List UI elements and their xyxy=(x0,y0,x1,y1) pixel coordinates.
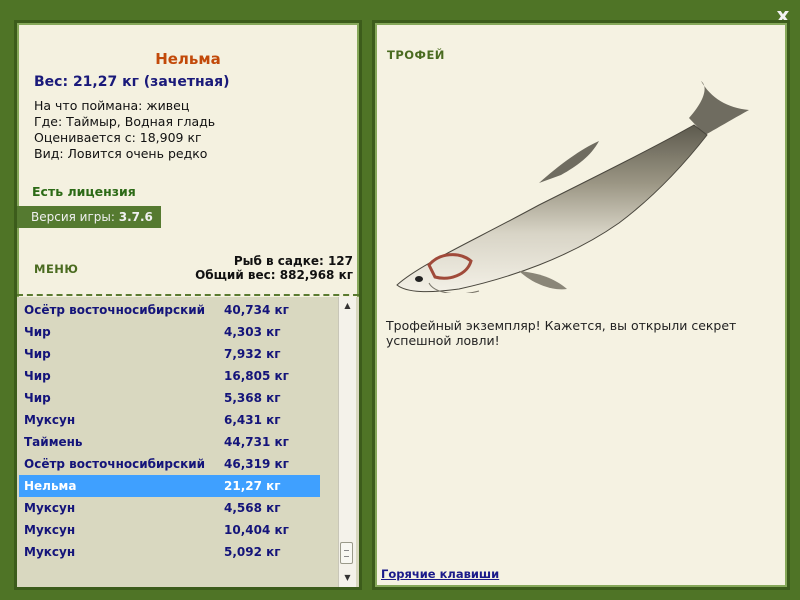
divider xyxy=(17,294,359,296)
fish-name: Нельма xyxy=(155,50,221,68)
left-panel: Нельма Вес: 21,27 кг (зачетная) На что п… xyxy=(14,20,362,590)
list-item-weight: 10,404 кг xyxy=(224,523,289,537)
fish-location: Где: Таймыр, Водная гладь xyxy=(34,114,216,129)
scroll-down-arrow-icon[interactable]: ▼ xyxy=(339,570,356,586)
right-panel: ТРОФЕЙ Трофейный экземпляр! Кажется, вы … xyxy=(372,20,790,590)
fish-weight: Вес: 21,27 кг (зачетная) xyxy=(34,74,230,90)
list-item[interactable]: Муксун 4,568 кг xyxy=(19,497,320,519)
list-item-name: Муксун xyxy=(24,545,76,559)
list-item-weight: 5,092 кг xyxy=(224,545,281,559)
hotkeys-link[interactable]: Горячие клавиши xyxy=(381,567,499,581)
fish-image xyxy=(396,81,749,293)
list-item[interactable]: Чир 16,805 кг xyxy=(19,365,320,387)
trophy-text: Трофейный экземпляр! Кажется, вы открыли… xyxy=(386,318,737,348)
menu-button[interactable]: МЕНЮ xyxy=(34,262,78,276)
version-label: Версия игры: xyxy=(31,210,115,224)
list-item[interactable]: Чир 4,303 кг xyxy=(19,321,320,343)
list-item-weight: 40,734 кг xyxy=(224,303,289,317)
fish-kind: Вид: Ловится очень редко xyxy=(34,146,208,161)
list-item-weight: 7,932 кг xyxy=(224,347,281,361)
license-status: Есть лицензия xyxy=(32,184,136,199)
fish-list[interactable]: Осётр восточносибирский 40,734 кг Чир 4,303… xyxy=(17,297,359,587)
list-item[interactable]: Чир 5,368 кг xyxy=(19,387,320,409)
list-item[interactable]: Муксун 6,431 кг xyxy=(19,409,320,431)
version-value: 3.7.6 xyxy=(118,210,153,224)
list-item-weight: 5,368 кг xyxy=(224,391,281,405)
trophy-label: ТРОФЕЙ xyxy=(387,48,445,62)
list-item[interactable]: Осётр восточносибирский 46,319 кг xyxy=(19,453,320,475)
list-item-weight: 6,431 кг xyxy=(224,413,281,427)
list-item[interactable]: Осётр восточносибирский 40,734 кг xyxy=(19,299,320,321)
list-item-name: Осётр восточносибирский xyxy=(24,303,206,317)
list-item-name: Таймень xyxy=(24,435,83,449)
list-item-name: Нельма xyxy=(24,479,77,493)
list-item-name: Чир xyxy=(24,347,51,361)
scroll-up-arrow-icon[interactable]: ▲ xyxy=(339,298,356,314)
list-item-name: Чир xyxy=(24,325,51,339)
list-item-weight: 16,805 кг xyxy=(224,369,289,383)
list-item-name: Чир xyxy=(24,391,51,405)
cage-count: Рыб в садке: 127 xyxy=(233,254,353,268)
list-item-weight: 4,568 кг xyxy=(224,501,281,515)
version-bar: Версия игры: 3.7.6 xyxy=(17,206,161,228)
list-item-weight: 21,27 кг xyxy=(224,479,281,493)
list-item-name: Муксун xyxy=(24,501,76,515)
list-item[interactable]: Чир 7,932 кг xyxy=(19,343,320,365)
list-item-weight: 46,319 кг xyxy=(224,457,289,471)
list-item[interactable]: Муксун 10,404 кг xyxy=(19,519,320,541)
list-scrollbar[interactable]: ▲ ▼ xyxy=(338,297,356,587)
list-item[interactable]: Нельма 21,27 кг xyxy=(19,475,320,497)
list-item[interactable]: Таймень 44,731 кг xyxy=(19,431,320,453)
list-item-name: Осётр восточносибирский xyxy=(24,457,206,471)
list-item-weight: 44,731 кг xyxy=(224,435,289,449)
list-item-name: Чир xyxy=(24,369,51,383)
list-item[interactable]: Муксун 5,092 кг xyxy=(19,541,320,563)
cage-total-weight: Общий вес: 882,968 кг xyxy=(195,268,353,282)
fish-valued-from: Оценивается с: 18,909 кг xyxy=(34,130,202,145)
fish-caught-with: На что поймана: живец xyxy=(34,98,190,113)
list-item-name: Муксун xyxy=(24,523,76,537)
list-item-weight: 4,303 кг xyxy=(224,325,281,339)
scroll-thumb[interactable] xyxy=(340,542,353,564)
list-item-name: Муксун xyxy=(24,413,76,427)
